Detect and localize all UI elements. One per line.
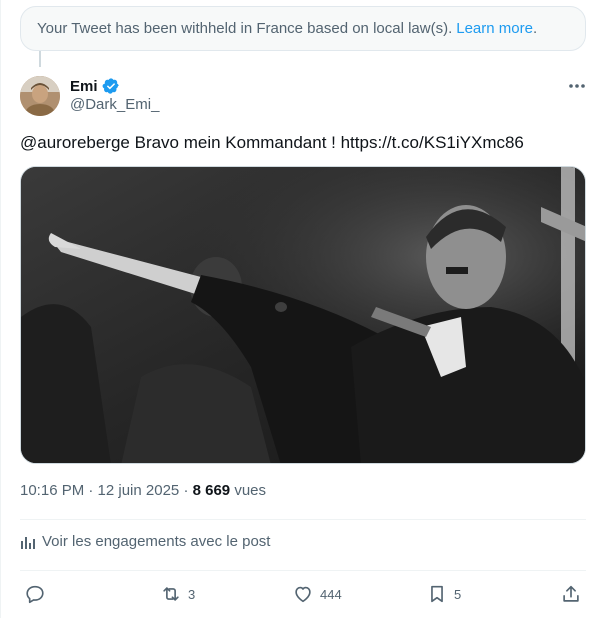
views-label: vues [230,482,267,499]
tweet-media-photo[interactable] [20,166,586,464]
like-count: 444 [320,586,342,602]
thread-connector [39,51,41,67]
reply-button[interactable] [24,583,46,605]
tweet-meta: 10:16 PM · 12 juin 2025 · 8 669 vues [20,482,266,499]
bookmark-icon [431,585,443,603]
author-handle[interactable]: @Dark_Emi_ [70,96,159,113]
view-engagements-label: Voir les engagements avec le post [42,533,271,550]
share-icon [563,585,579,602]
retweet-button[interactable]: 3 [160,583,195,605]
heart-icon [295,586,311,603]
divider [20,519,586,520]
reply-icon [26,585,44,604]
share-button[interactable] [560,583,582,605]
view-engagements-link[interactable]: Voir les engagements avec le post [20,533,270,550]
more-dots-icon [569,84,585,88]
tweet-actions-bar: 3 444 5 [20,583,586,607]
tweet-text: @auroreberge Bravo mein Kommandant ! htt… [20,133,524,152]
bookmark-button[interactable]: 5 [426,583,461,605]
verified-badge-icon [102,78,119,94]
views-count: 8 669 [192,482,231,499]
retweet-icon [163,587,179,601]
withheld-message: Your Tweet has been withheld in France b… [37,20,453,37]
more-options-button[interactable] [566,76,588,96]
author-name[interactable]: Emi [70,78,98,95]
withheld-notice: Your Tweet has been withheld in France b… [20,6,586,51]
withheld-suffix: . [532,20,538,37]
tweet-timestamp[interactable]: 10:16 PM · 12 juin 2025 · [20,482,193,499]
analytics-icon [21,536,35,549]
left-border [0,0,1,618]
bookmark-count: 5 [454,586,462,602]
avatar[interactable] [20,76,60,116]
divider [20,570,586,571]
retweet-count: 3 [188,586,196,602]
like-button[interactable]: 444 [292,583,342,605]
avatar-image [20,76,60,116]
photo-image [21,167,585,463]
learn-more-link[interactable]: Learn more [456,20,533,37]
author-name-row: Emi [70,77,120,95]
